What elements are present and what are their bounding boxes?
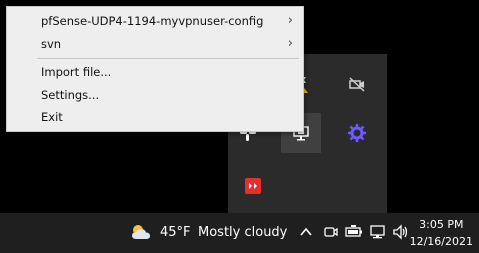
menu-item-label: Exit bbox=[41, 110, 63, 124]
volume-icon[interactable] bbox=[392, 223, 410, 245]
chevron-right-icon: › bbox=[287, 13, 293, 28]
menu-item-svn[interactable]: svn › bbox=[7, 33, 303, 55]
taskbar: 45°F Mostly cloudy 3:05 PM 12/16/2021 bbox=[0, 213, 479, 253]
gear-icon[interactable] bbox=[337, 113, 377, 153]
app-red-icon[interactable] bbox=[233, 166, 273, 206]
clock-date: 12/16/2021 bbox=[409, 235, 473, 248]
weather-cloud-sun-icon[interactable] bbox=[130, 222, 152, 246]
menu-item-label: Import file... bbox=[41, 65, 112, 79]
network-icon[interactable] bbox=[369, 223, 387, 245]
chevron-up-icon[interactable] bbox=[299, 224, 313, 243]
taskbar-clock[interactable]: 3:05 PM 12/16/2021 bbox=[410, 216, 473, 250]
menu-item-pfsense-config[interactable]: pfSense-UDP4-1194-myvpnuser-config › bbox=[7, 10, 303, 32]
clock-time: 3:05 PM bbox=[419, 218, 464, 231]
weather-temperature[interactable]: 45°F bbox=[160, 225, 191, 240]
menu-item-settings[interactable]: Settings... bbox=[7, 84, 303, 106]
menu-separator bbox=[37, 58, 299, 59]
menu-item-label: Settings... bbox=[41, 88, 100, 102]
menu-item-label: pfSense-UDP4-1194-myvpnuser-config bbox=[41, 14, 264, 28]
menu-item-import-file[interactable]: Import file... bbox=[7, 61, 303, 83]
weather-condition[interactable]: Mostly cloudy bbox=[198, 225, 287, 240]
context-menu: pfSense-UDP4-1194-myvpnuser-config › svn… bbox=[6, 6, 304, 132]
camera-off-icon[interactable] bbox=[337, 64, 377, 104]
menu-item-exit[interactable]: Exit bbox=[7, 106, 303, 128]
menu-item-label: svn bbox=[41, 37, 62, 51]
meet-now-icon[interactable] bbox=[323, 224, 339, 244]
chevron-right-icon: › bbox=[287, 36, 293, 51]
battery-icon[interactable] bbox=[345, 224, 363, 244]
